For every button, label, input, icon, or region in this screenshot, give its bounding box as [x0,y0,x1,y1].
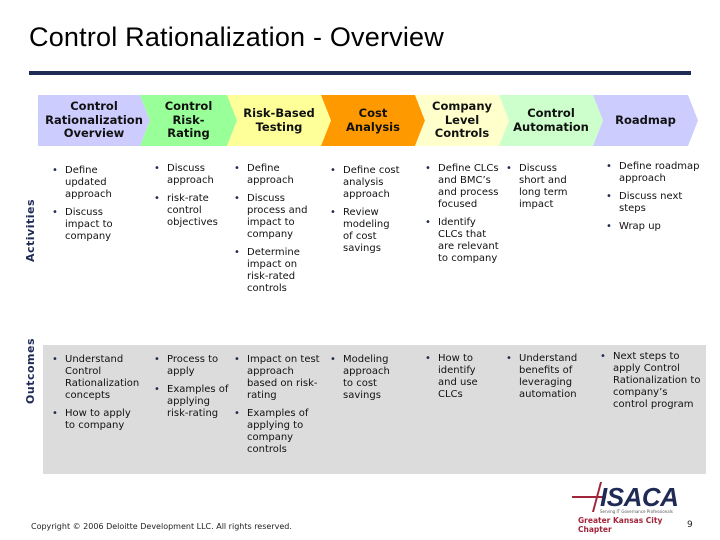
chevron-label: Control Risk-Rating [164,99,213,141]
bullet-item: Examples of applying to company controls [234,408,322,456]
chevron-label: Control Automation [513,106,589,134]
bullet-item: Impact on test approach based on risk-ra… [234,354,322,402]
outcomes-col-3: Impact on test approach based on risk-ra… [234,354,322,462]
bullet-item: Define cost analysis approach [330,165,400,201]
activities-list: Define updated approach Discuss impact to… [52,165,134,243]
bullet-item: Define roadmap approach [606,161,701,185]
bullet-item: Discuss impact to company [52,207,134,243]
bullet-item: Discuss next steps [606,191,701,215]
bullet-item: How to apply to company [52,408,142,432]
chevron-step-2: Control Risk-Rating [140,95,237,146]
process-chevrons: Control Rationalization Overview Control… [38,95,698,146]
bullet-item: How to identify and use CLCs [425,353,495,401]
activities-col-2: Discuss approach risk-rate control object… [154,163,229,235]
outcomes-list: Impact on test approach based on risk-ra… [234,354,322,456]
bullet-item: Discuss process and impact to company [234,193,320,241]
chevron-label: Company Level Controls [432,99,492,141]
bullet-item: Process to apply [154,354,232,378]
chevron-label: Roadmap [615,112,676,127]
page-title: Control Rationalization - Overview [29,22,444,52]
activities-row-label: Activities [24,198,37,262]
bullet-item: Define updated approach [52,165,134,201]
activities-list: Discuss approach risk-rate control object… [154,163,229,229]
logo-tagline: Serving IT Governance Professionals [600,509,673,514]
activities-col-6: Discuss short and long term impact [506,163,581,217]
bullet-item: Understand benefits of leveraging automa… [506,353,581,401]
outcomes-col-7: Next steps to apply Control Rationalizat… [600,351,705,417]
chevron-step-5: Company Level Controls [415,95,509,146]
activities-list: Discuss short and long term impact [506,163,581,211]
chevron-step-1: Control Rationalization Overview [38,95,150,146]
activities-list: Define CLCs and BMC’s and process focuse… [425,163,500,265]
outcomes-list: How to identify and use CLCs [425,353,495,401]
bullet-item: Define CLCs and BMC’s and process focuse… [425,163,500,211]
activities-col-5: Define CLCs and BMC’s and process focuse… [425,163,500,271]
bullet-item: Understand Control Rationalization conce… [52,354,142,402]
title-divider [29,71,691,75]
outcomes-col-4: Modeling approach to cost savings [330,354,400,408]
activities-list: Define approach Discuss process and impac… [234,163,320,295]
bullet-item: Examples of applying risk-rating [154,384,232,420]
bullet-item: Discuss approach [154,163,229,187]
outcomes-list: Understand benefits of leveraging automa… [506,353,581,401]
chevron-label: Control Rationalization Overview [45,99,143,141]
bullet-item: Modeling approach to cost savings [330,354,400,402]
chevron-label: Risk-Based Testing [243,106,315,134]
bullet-item: Identify CLCs that are relevant to compa… [425,217,500,265]
outcomes-row-label: Outcomes [24,338,37,404]
logo-chapter-name: Greater Kansas City Chapter [578,516,663,534]
activities-list: Define roadmap approach Discuss next step… [606,161,701,233]
chevron-step-4: Cost Analysis [321,95,425,146]
bullet-item: Review modeling of cost savings [330,207,400,255]
chevron-step-7: Roadmap [593,95,698,146]
outcomes-list: Modeling approach to cost savings [330,354,400,402]
outcomes-col-6: Understand benefits of leveraging automa… [506,353,581,407]
page-number: 9 [687,520,693,530]
bullet-item: Define approach [234,163,320,187]
outcomes-list: Process to apply Examples of applying ris… [154,354,232,420]
outcomes-col-2: Process to apply Examples of applying ris… [154,354,232,426]
outcomes-list: Understand Control Rationalization conce… [52,354,142,432]
bullet-item: Determine impact on risk-rated controls [234,247,320,295]
outcomes-col-5: How to identify and use CLCs [425,353,495,407]
activities-col-4: Define cost analysis approach Review mode… [330,165,400,261]
outcomes-list: Next steps to apply Control Rationalizat… [600,351,705,411]
isaca-logo: ISACA Serving IT Governance Professional… [572,482,692,534]
activities-list: Define cost analysis approach Review mode… [330,165,400,255]
bullet-item: risk-rate control objectives [154,193,229,229]
activities-col-7: Define roadmap approach Discuss next step… [606,161,701,239]
chevron-step-6: Control Automation [499,95,603,146]
bullet-item: Wrap up [606,221,701,233]
bullet-item: Next steps to apply Control Rationalizat… [600,351,705,411]
outcomes-col-1: Understand Control Rationalization conce… [52,354,142,438]
activities-col-1: Define updated approach Discuss impact to… [52,165,134,249]
activities-col-3: Define approach Discuss process and impac… [234,163,320,301]
chevron-step-3: Risk-Based Testing [227,95,331,146]
copyright-notice: Copyright © 2006 Deloitte Development LL… [31,522,292,531]
chevron-label: Cost Analysis [346,106,400,134]
bullet-item: Discuss short and long term impact [506,163,581,211]
